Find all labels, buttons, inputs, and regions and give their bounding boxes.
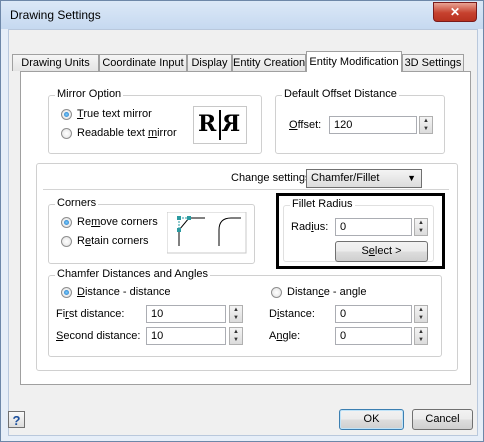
cancel-button[interactable]: Cancel	[412, 409, 473, 430]
angle-spinner[interactable]: ▲ ▼	[414, 327, 428, 345]
window-title: Drawing Settings	[10, 8, 101, 22]
first-distance-spinner[interactable]: ▲ ▼	[229, 305, 243, 323]
first-distance-input[interactable]: 10	[146, 305, 226, 323]
tab-drawing-units[interactable]: Drawing Units	[12, 54, 99, 71]
distance-input[interactable]: 0	[335, 305, 412, 323]
help-icon: ?	[12, 413, 21, 428]
readable-text-mirror-label[interactable]: Readable text mirror	[77, 127, 177, 139]
distance-spinner[interactable]: ▲ ▼	[414, 305, 428, 323]
distance-distance-radio[interactable]	[61, 287, 72, 298]
offset-label: Offset:	[289, 119, 322, 131]
tab-3d-settings[interactable]: 3D Settings	[402, 54, 464, 71]
distance-angle-radio[interactable]	[271, 287, 282, 298]
radius-spinner[interactable]: ▲ ▼	[414, 218, 428, 236]
help-button[interactable]: ?	[8, 411, 25, 428]
change-settings-dropdown[interactable]: Chamfer/Fillet ▼	[306, 169, 422, 188]
radius-input[interactable]: 0	[335, 218, 412, 236]
distance-angle-label[interactable]: Distance - angle	[287, 286, 367, 298]
offset-spinner[interactable]: ▲ ▼	[419, 116, 433, 134]
corners-label: Corners	[55, 197, 99, 209]
mirror-preview-mirrored-r: R	[222, 111, 241, 137]
close-button[interactable]: ✕	[433, 2, 477, 22]
mirror-option-label: Mirror Option	[55, 88, 124, 100]
mirror-preview-normal-r: R	[198, 111, 217, 137]
offset-input[interactable]: 120	[329, 116, 417, 134]
distance-label: Distance:	[269, 308, 315, 320]
mirror-axis-line	[219, 110, 221, 140]
remove-corners-label[interactable]: Remove corners	[77, 216, 158, 228]
entity-modification-panel: Mirror Option True text mirror Readable …	[20, 71, 471, 385]
distance-distance-label[interactable]: Distance - distance	[77, 286, 171, 298]
tab-display[interactable]: Display	[187, 54, 232, 71]
remove-corners-radio[interactable]	[61, 217, 72, 228]
default-offset-label: Default Offset Distance	[282, 88, 399, 100]
settings-separator	[43, 189, 449, 190]
tab-coordinate-input[interactable]: Coordinate Input	[99, 54, 187, 71]
chamfer-label: Chamfer Distances and Angles	[55, 268, 211, 280]
fillet-radius-label: Fillet Radius	[290, 198, 355, 210]
retain-corners-label[interactable]: Retain corners	[77, 235, 149, 247]
readable-text-mirror-radio[interactable]	[61, 128, 72, 139]
mirror-preview-image: R R	[193, 106, 247, 144]
tab-entity-modification[interactable]: Entity Modification	[306, 51, 402, 72]
radius-label: Radius:	[291, 221, 329, 233]
close-icon: ✕	[449, 5, 461, 19]
angle-label: Angle:	[269, 330, 301, 342]
chevron-down-icon: ▼	[407, 173, 416, 183]
true-text-mirror-label[interactable]: True text mirror	[77, 108, 152, 120]
tab-entity-creation[interactable]: Entity Creation	[232, 54, 306, 71]
select-button[interactable]: Select >	[335, 241, 428, 262]
first-distance-label: First distance:	[56, 308, 125, 320]
ok-button[interactable]: OK	[339, 409, 404, 430]
second-distance-input[interactable]: 10	[146, 327, 226, 345]
angle-input[interactable]: 0	[335, 327, 412, 345]
true-text-mirror-radio[interactable]	[61, 109, 72, 120]
corners-preview-image	[167, 212, 247, 254]
retain-corners-radio[interactable]	[61, 236, 72, 247]
second-distance-spinner[interactable]: ▲ ▼	[229, 327, 243, 345]
title-bar: Drawing Settings ✕	[1, 1, 483, 29]
second-distance-label: Second distance:	[56, 330, 141, 342]
